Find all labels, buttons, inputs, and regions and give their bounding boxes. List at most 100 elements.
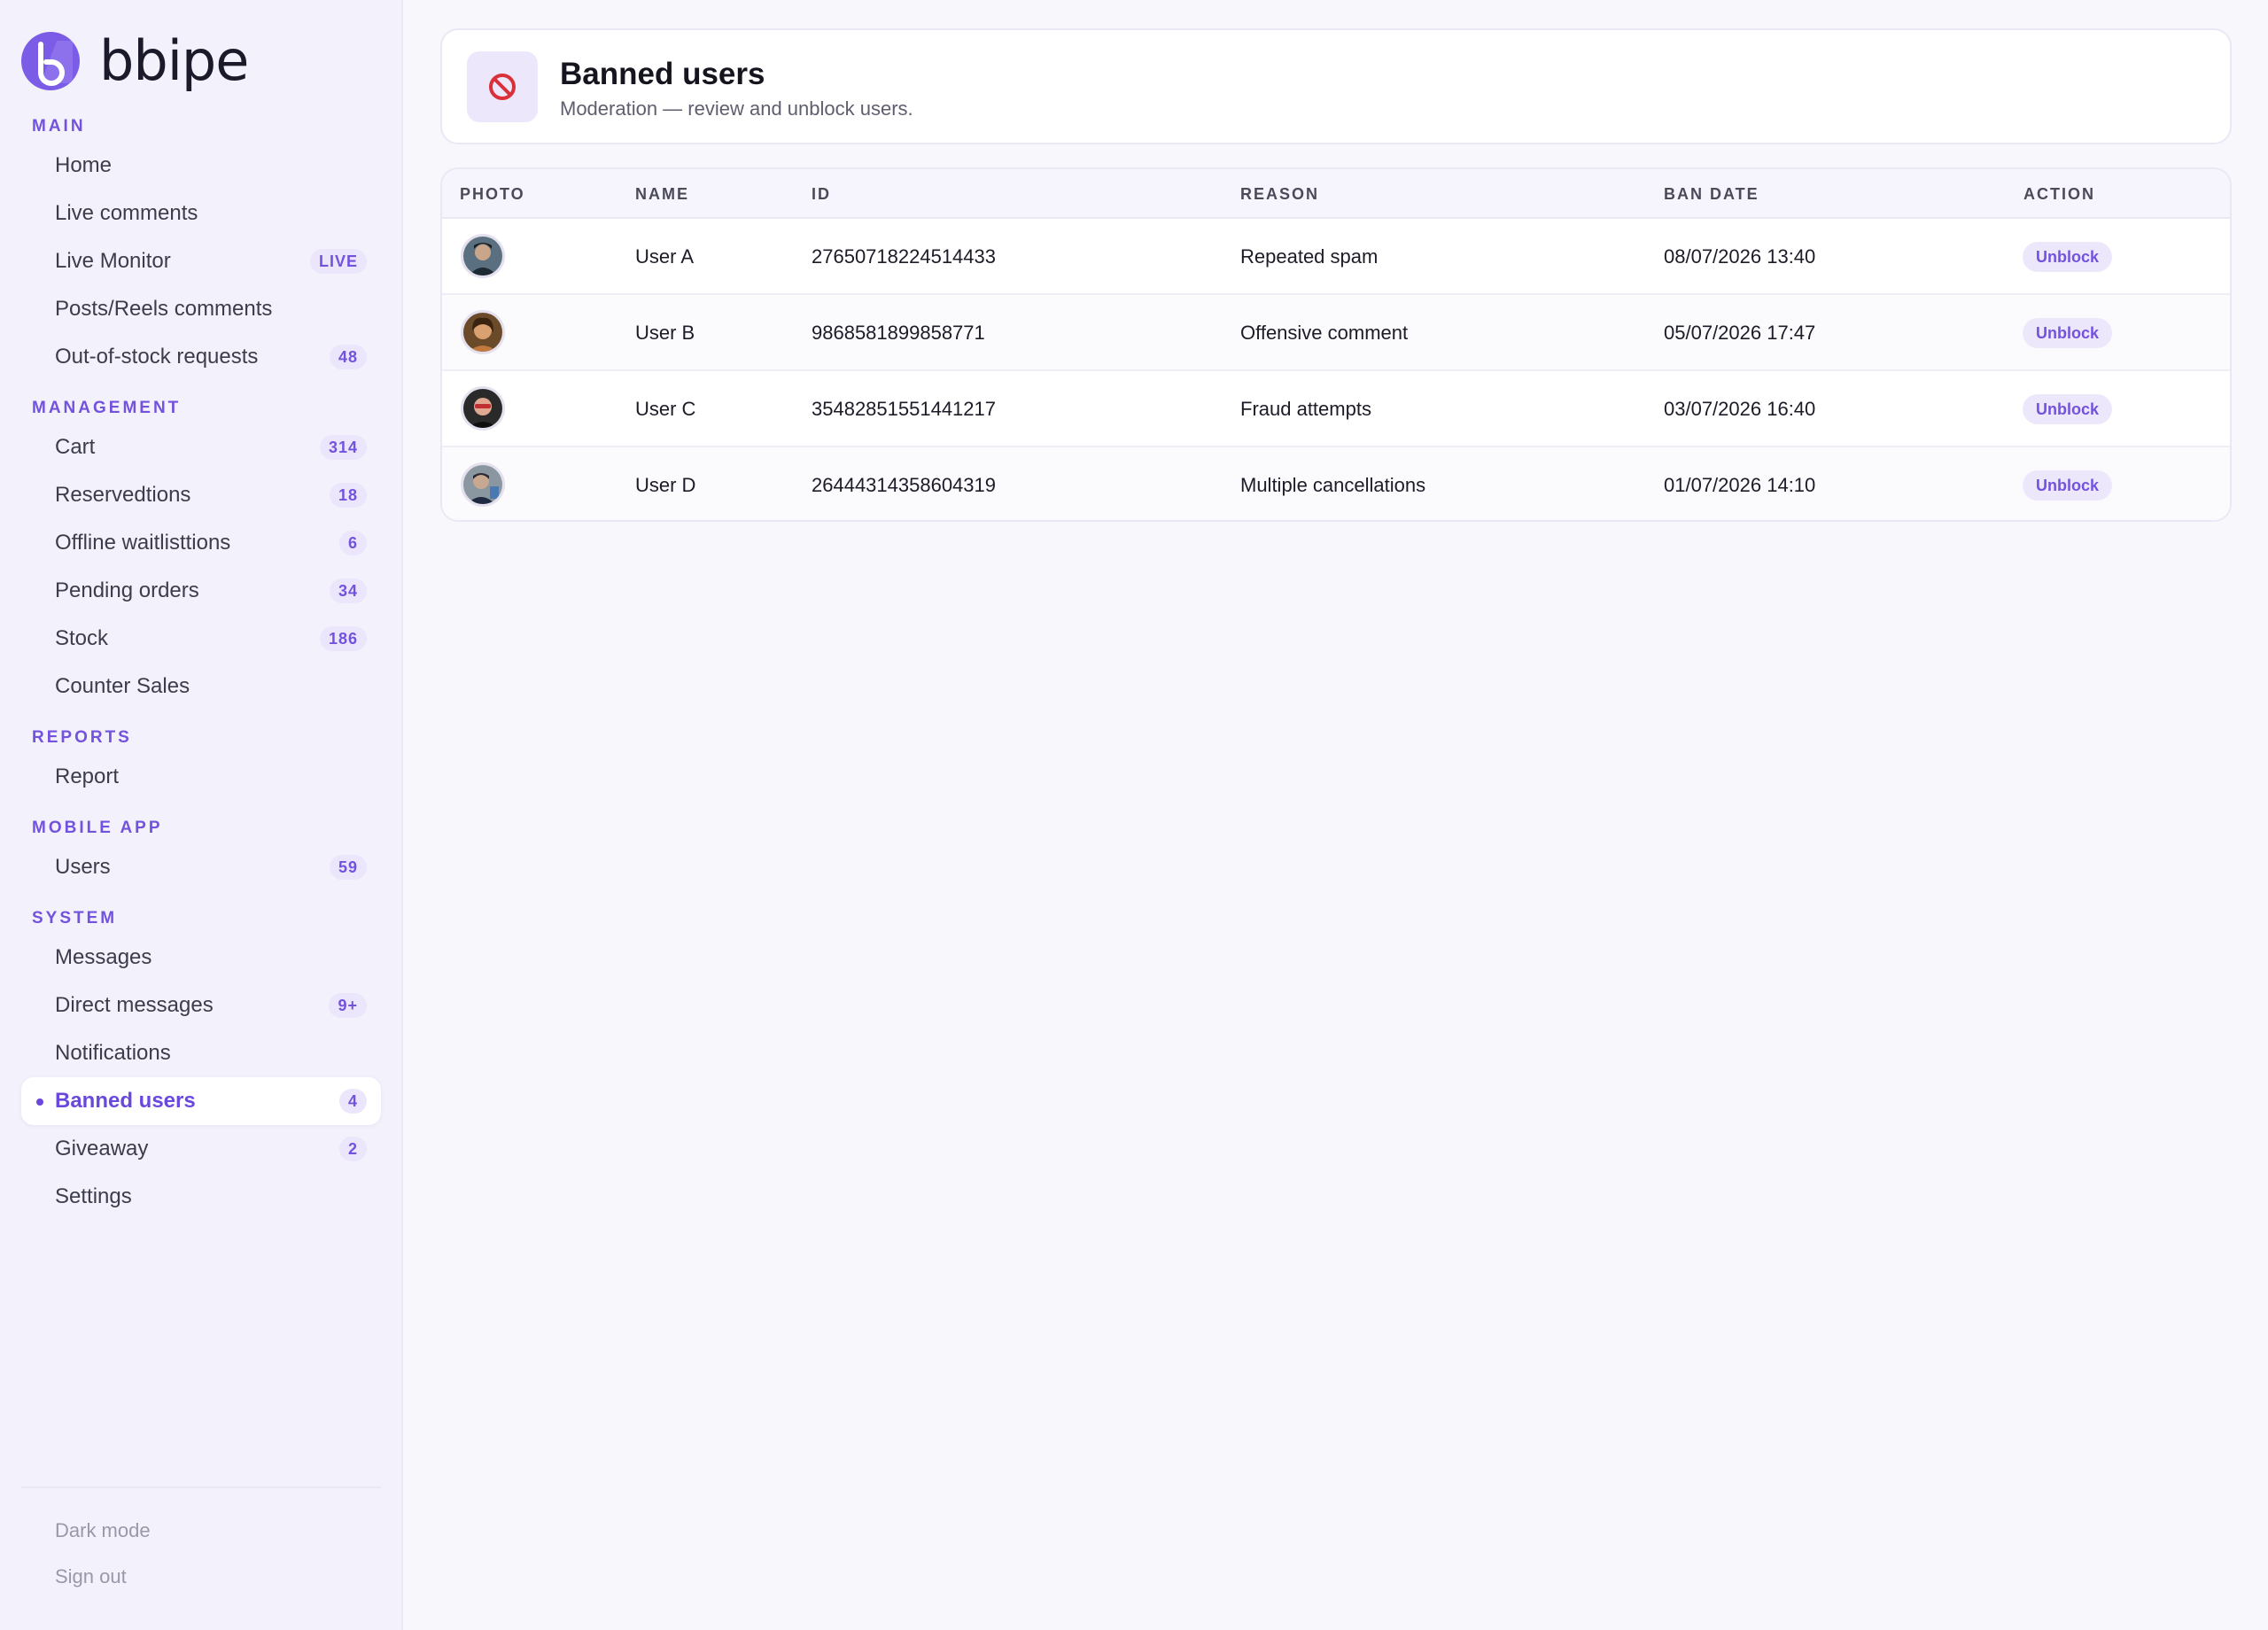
count-badge: 9+: [329, 993, 367, 1018]
table-row: User D 26444314358604319 Multiple cancel…: [442, 447, 2230, 520]
user-name: User A: [635, 245, 695, 268]
column-header-name: NAME: [635, 185, 689, 203]
avatar: [461, 462, 505, 507]
sidebar-item-label: Report: [55, 765, 120, 788]
sidebar-footer: Dark mode Sign out: [21, 1486, 381, 1600]
banned-users-table: PHOTO NAME ID REASON BAN DATE ACTION Use…: [440, 167, 2232, 522]
sidebar-item-label: Reservedtions: [55, 483, 191, 507]
sidebar: bbipe MAIN Home Live comments Live Monit…: [0, 0, 403, 1630]
sidebar-item-counter-sales[interactable]: Counter Sales: [21, 663, 381, 710]
user-id: 9868581899858771: [812, 322, 985, 344]
sidebar-item-banned-users[interactable]: Banned users 4: [21, 1077, 381, 1125]
sidebar-item-giveaway[interactable]: Giveaway 2: [21, 1125, 381, 1173]
ban-date: 05/07/2026 17:47: [1664, 322, 1816, 344]
count-badge: 34: [329, 578, 367, 603]
sidebar-item-label: Cart: [55, 435, 96, 459]
logo-icon: [21, 32, 80, 90]
ban-date: 03/07/2026 16:40: [1664, 398, 1816, 420]
avatar: [461, 386, 505, 431]
section-label-management: MANAGEMENT: [32, 399, 182, 417]
count-badge: 4: [338, 1089, 367, 1114]
dark-mode-toggle[interactable]: Dark mode: [21, 1508, 381, 1554]
count-badge: 18: [329, 483, 367, 508]
sidebar-item-out-of-stock-requests[interactable]: Out-of-stock requests 48: [21, 333, 381, 381]
sidebar-item-live-monitor[interactable]: Live Monitor LIVE: [21, 237, 381, 285]
sidebar-item-label: Stock: [55, 626, 109, 650]
sidebar-item-label: Users: [55, 855, 111, 879]
sidebar-item-cart[interactable]: Cart 314: [21, 423, 381, 471]
table-row: User A 27650718224514433 Repeated spam 0…: [442, 219, 2230, 295]
count-badge: 314: [319, 435, 367, 460]
live-badge: LIVE: [309, 249, 367, 274]
no-entry-icon: [467, 51, 538, 122]
sidebar-item-messages[interactable]: Messages: [21, 934, 381, 982]
sidebar-item-direct-messages[interactable]: Direct messages 9+: [21, 982, 381, 1029]
section-label-mobile-app: MOBILE APP: [32, 819, 163, 837]
user-id: 26444314358604319: [812, 474, 997, 496]
sidebar-item-notifications[interactable]: Notifications: [21, 1029, 381, 1077]
sidebar-item-offline-waitlist[interactable]: Offline waitlisttions 6: [21, 519, 381, 567]
user-name: User D: [635, 474, 696, 496]
sidebar-item-label: Banned users: [55, 1089, 196, 1113]
page-subtitle: Moderation — review and unblock users.: [560, 97, 913, 120]
column-header-id: ID: [812, 185, 831, 203]
sidebar-item-label: Pending orders: [55, 578, 199, 602]
sidebar-nav: MAIN Home Live comments Live Monitor LIV…: [21, 112, 381, 1221]
ban-date: 08/07/2026 13:40: [1664, 245, 1816, 268]
sidebar-item-label: Messages: [55, 945, 152, 969]
sidebar-item-pending-orders[interactable]: Pending orders 34: [21, 567, 381, 615]
column-header-ban-date: BAN DATE: [1664, 185, 1759, 203]
count-badge: 186: [319, 626, 367, 651]
column-header-reason: REASON: [1240, 185, 1320, 203]
sidebar-item-report[interactable]: Report: [21, 753, 381, 801]
ban-reason: Offensive comment: [1240, 322, 1409, 344]
user-name: User B: [635, 322, 695, 344]
sidebar-item-reservations[interactable]: Reservedtions 18: [21, 471, 381, 519]
sidebar-item-label: Notifications: [55, 1041, 171, 1065]
count-badge: 6: [338, 531, 367, 555]
sidebar-item-label: Counter Sales: [55, 674, 190, 698]
sidebar-item-label: Settings: [55, 1184, 132, 1208]
section-label-system: SYSTEM: [32, 909, 118, 928]
sidebar-item-label: Out-of-stock requests: [55, 345, 259, 369]
count-badge: 2: [338, 1137, 367, 1161]
unblock-button[interactable]: Unblock: [2023, 242, 2113, 272]
brand-name: bbipe: [99, 28, 249, 93]
ban-reason: Fraud attempts: [1240, 398, 1371, 420]
sidebar-item-users[interactable]: Users 59: [21, 843, 381, 891]
section-label-main: MAIN: [32, 117, 86, 136]
avatar: [461, 310, 505, 354]
count-badge: 48: [329, 345, 367, 369]
unblock-button[interactable]: Unblock: [2023, 470, 2113, 501]
column-header-action: ACTION: [2023, 185, 2095, 203]
sign-out-link[interactable]: Sign out: [21, 1554, 381, 1600]
sidebar-item-label: Home: [55, 153, 113, 177]
table-row: User B 9868581899858771 Offensive commen…: [442, 295, 2230, 371]
unblock-button[interactable]: Unblock: [2023, 394, 2113, 424]
table-header: PHOTO NAME ID REASON BAN DATE ACTION: [442, 169, 2230, 219]
sidebar-item-label: Live Monitor: [55, 249, 171, 273]
sidebar-item-home[interactable]: Home: [21, 142, 381, 190]
sidebar-item-label: Direct messages: [55, 993, 214, 1017]
ban-reason: Repeated spam: [1240, 245, 1379, 268]
user-name: User C: [635, 398, 696, 420]
count-badge: 59: [329, 855, 367, 880]
sidebar-item-label: Posts/Reels comments: [55, 297, 273, 321]
sidebar-item-posts-reels-comments[interactable]: Posts/Reels comments: [21, 285, 381, 333]
brand-logo[interactable]: bbipe: [21, 28, 249, 93]
user-id: 35482851551441217: [812, 398, 997, 420]
sidebar-item-settings[interactable]: Settings: [21, 1173, 381, 1221]
sidebar-item-label: Offline waitlisttions: [55, 531, 231, 555]
page-header: Banned users Moderation — review and unb…: [440, 28, 2232, 144]
sidebar-item-stock[interactable]: Stock 186: [21, 615, 381, 663]
active-indicator-dot: [36, 1098, 43, 1106]
avatar: [461, 234, 505, 278]
unblock-button[interactable]: Unblock: [2023, 318, 2113, 348]
ban-date: 01/07/2026 14:10: [1664, 474, 1816, 496]
sidebar-item-label: Live comments: [55, 201, 198, 225]
sidebar-item-live-comments[interactable]: Live comments: [21, 190, 381, 237]
sidebar-item-label: Giveaway: [55, 1137, 149, 1160]
user-id: 27650718224514433: [812, 245, 997, 268]
table-row: User C 35482851551441217 Fraud attempts …: [442, 371, 2230, 447]
ban-reason: Multiple cancellations: [1240, 474, 1426, 496]
